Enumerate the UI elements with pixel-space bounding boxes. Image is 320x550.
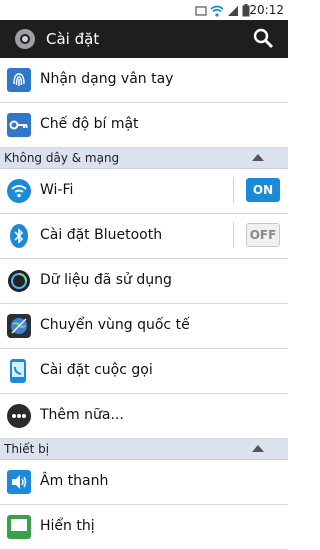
list-item-label: Cài đặt cuộc gọi	[40, 362, 153, 378]
fingerprint-icon	[7, 68, 31, 92]
list-item-label: Wi-Fi	[40, 182, 74, 198]
collapse-caret-icon[interactable]	[252, 445, 264, 452]
more-icon	[7, 404, 31, 428]
bluetooth-switch: OFF	[233, 222, 280, 248]
section-header-device[interactable]: Thiết bị	[0, 439, 288, 460]
sync-icon	[195, 5, 207, 16]
page-title: Cài đặt	[46, 30, 100, 48]
search-icon[interactable]	[252, 27, 274, 49]
list-item-label: Hiển thị	[40, 518, 95, 534]
wifi-icon	[7, 179, 31, 203]
key-icon	[7, 113, 31, 137]
list-item-wifi[interactable]: Wi-Fi ON	[0, 169, 288, 214]
list-item-call-settings[interactable]: Cài đặt cuộc gọi	[0, 349, 288, 394]
list-item-data-usage[interactable]: Dữ liệu đã sử dụng	[0, 259, 288, 304]
list-item-label: Thêm nữa...	[40, 407, 124, 423]
list-item-label: Dữ liệu đã sử dụng	[40, 272, 172, 288]
wifi-toggle[interactable]: ON	[246, 178, 280, 202]
sound-icon	[7, 470, 31, 494]
settings-gear-icon[interactable]	[12, 26, 38, 52]
divider	[233, 222, 234, 248]
display-icon	[7, 515, 31, 539]
status-bar: 20:12	[0, 0, 288, 20]
list-item-label: Âm thanh	[40, 473, 109, 489]
list-item-sound[interactable]: Âm thanh	[0, 460, 288, 505]
clock: 20:12	[249, 3, 284, 17]
action-bar: Cài đặt	[0, 20, 288, 58]
section-header-wireless[interactable]: Không dây & mạng	[0, 148, 288, 169]
collapse-caret-icon[interactable]	[252, 154, 264, 161]
wifi-switch: ON	[233, 177, 280, 203]
divider	[233, 177, 234, 203]
wifi-status-icon	[210, 5, 224, 17]
section-title: Thiết bị	[4, 442, 50, 456]
bluetooth-icon	[10, 224, 28, 248]
globe-icon	[7, 314, 31, 338]
list-item-secret-mode[interactable]: Chế độ bí mật	[0, 103, 288, 148]
data-usage-icon	[8, 270, 30, 292]
list-item-label: Cài đặt Bluetooth	[40, 227, 163, 243]
list-item-label: Chuyển vùng quốc tế	[40, 317, 190, 333]
signal-icon	[228, 5, 238, 16]
list-item-label: Nhận dạng vân tay	[40, 71, 174, 87]
section-title: Không dây & mạng	[4, 151, 120, 165]
settings-list: Nhận dạng vân tay Chế độ bí mật Không dâ…	[0, 58, 288, 550]
list-item-label: Chế độ bí mật	[40, 116, 139, 132]
phone-icon	[10, 359, 26, 383]
list-item-roaming[interactable]: Chuyển vùng quốc tế	[0, 304, 288, 349]
bluetooth-toggle[interactable]: OFF	[246, 223, 280, 247]
list-item-more[interactable]: Thêm nữa...	[0, 394, 288, 439]
list-item-bluetooth[interactable]: Cài đặt Bluetooth OFF	[0, 214, 288, 259]
list-item-fingerprint[interactable]: Nhận dạng vân tay	[0, 58, 288, 103]
